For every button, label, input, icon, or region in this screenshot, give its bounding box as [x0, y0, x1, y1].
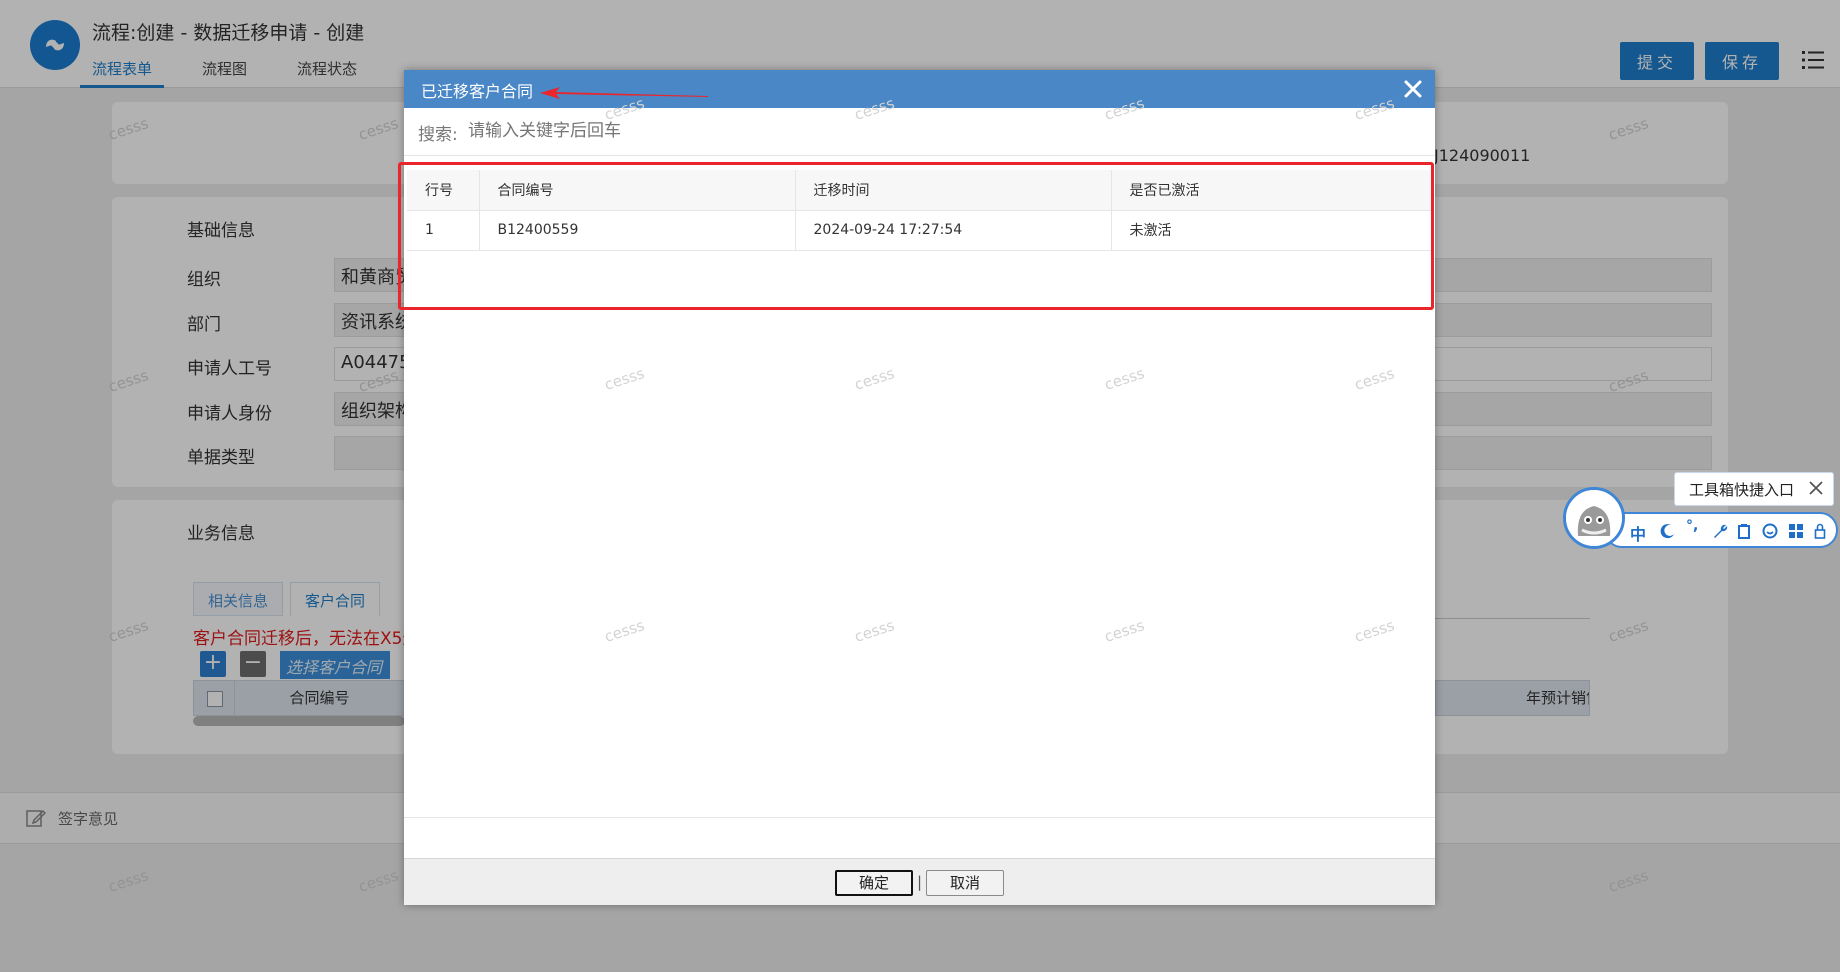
dialog-title: 已迁移客户合同 — [421, 82, 534, 101]
annotation-arrow-icon — [540, 87, 708, 99]
watermark: cesss — [1102, 364, 1147, 394]
watermark: cesss — [1352, 364, 1397, 394]
search-row: 搜索: — [404, 108, 1435, 156]
moon-icon[interactable] — [1660, 523, 1676, 539]
mascot-icon — [1566, 490, 1622, 546]
toolbox-avatar[interactable] — [1563, 487, 1625, 549]
watermark: cesss — [1102, 616, 1147, 646]
cancel-button[interactable]: 取消 — [926, 870, 1004, 896]
toolbox-tooltip-text: 工具箱快捷入口 — [1689, 481, 1795, 499]
close-icon[interactable] — [1401, 77, 1425, 101]
tooltip-close-icon[interactable] — [1807, 479, 1825, 497]
dialog-footer: 确定 | 取消 — [404, 858, 1435, 905]
watermark: cesss — [1352, 616, 1397, 646]
watermark: cesss — [852, 616, 897, 646]
chinese-input-toggle[interactable]: 中 — [1630, 521, 1646, 545]
punctuation-icon[interactable]: °, — [1686, 518, 1698, 534]
watermark: cesss — [602, 616, 647, 646]
dialog-footer-divider — [404, 817, 1435, 818]
clipboard-icon[interactable] — [1736, 523, 1752, 539]
search-label: 搜索: — [418, 125, 458, 145]
button-separator: | — [917, 873, 923, 891]
highlight-box — [398, 162, 1434, 310]
search-input[interactable] — [468, 116, 1068, 146]
watermark: cesss — [602, 364, 647, 394]
wrench-icon[interactable] — [1712, 523, 1728, 539]
smile-icon[interactable] — [1762, 523, 1778, 539]
confirm-button[interactable]: 确定 — [835, 870, 913, 896]
watermark: cesss — [852, 364, 897, 394]
toolbox-tooltip: 工具箱快捷入口 — [1674, 472, 1834, 506]
grid-icon[interactable] — [1788, 523, 1804, 539]
lock-icon[interactable] — [1814, 523, 1826, 539]
toolbox-bar: 中 °, — [1604, 512, 1838, 548]
